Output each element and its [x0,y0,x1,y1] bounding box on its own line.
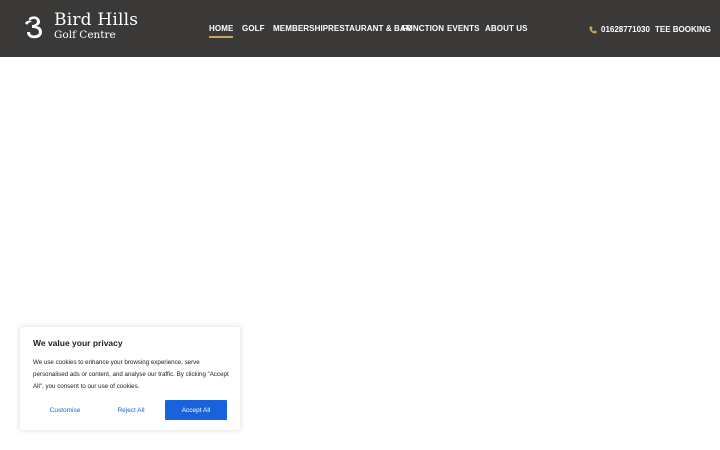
nav-events[interactable]: EVENTS [447,24,480,33]
nav-about-us[interactable]: ABOUT US [485,24,528,33]
site-logo[interactable]: Bird Hills Golf Centre [24,12,138,41]
nav-golf[interactable]: GOLF [242,24,265,33]
phone-number: 01628771030 [601,25,650,34]
tee-booking-link[interactable]: TEE BOOKING [655,25,711,34]
site-header: Bird Hills Golf Centre HOME GOLF MEMBERS… [0,0,720,57]
nav-membership[interactable]: MEMBERSHIP [273,24,328,33]
reject-all-button[interactable]: Reject All [100,400,162,420]
phone-link[interactable]: 01628771030 [589,25,650,34]
nav-restaurant-bar[interactable]: RESTAURANT & BAR [328,24,412,33]
nav-home[interactable]: HOME [209,24,234,38]
cookie-title: We value your privacy [33,338,123,348]
customise-button[interactable]: Customise [34,400,96,420]
cookie-description: We use cookies to enhance your browsing … [33,359,229,390]
cookie-consent-banner: We value your privacy We use cookies to … [20,327,240,430]
logo-title: Bird Hills [54,10,139,30]
logo-subtitle: Golf Centre [54,29,116,41]
nav-function[interactable]: FUNCTION [402,24,444,33]
phone-icon [589,26,597,33]
accept-all-button[interactable]: Accept All [165,400,227,420]
bird-hills-logo-mark [25,15,42,38]
